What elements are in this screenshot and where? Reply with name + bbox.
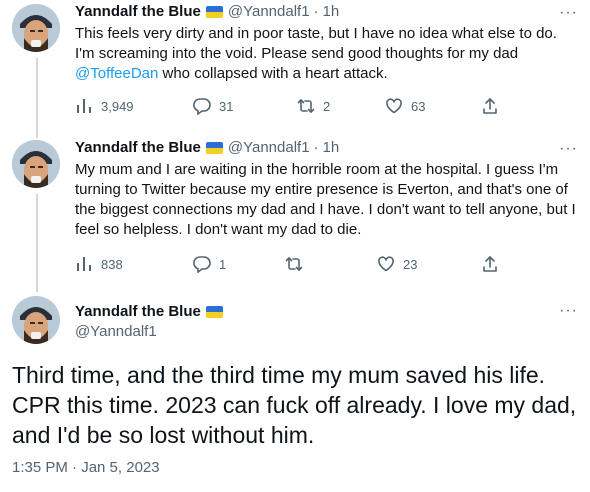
more-options-icon[interactable]: ···	[559, 4, 578, 22]
share-icon	[483, 98, 497, 114]
author-name[interactable]: Yanndalf the Blue	[75, 138, 201, 158]
retweet-icon	[297, 99, 315, 113]
separator-dot: ·	[313, 139, 319, 156]
like-button[interactable]: 63	[385, 97, 425, 115]
tweet[interactable]: Yanndalf the Blue @Yanndalf1 · 1h ··· Th…	[0, 0, 590, 130]
avatar-image	[12, 4, 60, 52]
avatar-image	[12, 140, 60, 188]
tweet[interactable]: Yanndalf the Blue @Yanndalf1 · 1h ··· My…	[0, 136, 590, 286]
avatar[interactable]	[12, 140, 60, 188]
reply-count: 31	[219, 98, 234, 114]
author-name-row: Yanndalf the Blue	[75, 302, 223, 322]
ukraine-flag-icon	[205, 6, 223, 18]
reply-icon	[193, 98, 211, 115]
heart-icon	[386, 98, 402, 114]
tweet-time[interactable]: 1h	[323, 2, 340, 22]
author-handle[interactable]: @Yanndalf1	[228, 2, 310, 22]
views-button[interactable]: 3,949	[75, 97, 134, 115]
reply-icon	[193, 256, 211, 273]
views-button[interactable]: 838	[75, 255, 123, 273]
views-count: 838	[101, 256, 123, 272]
author-name[interactable]: Yanndalf the Blue	[75, 2, 201, 22]
main-tweet-text: Third time, and the third time my mum sa…	[12, 362, 577, 448]
tweet-time[interactable]: 1h	[323, 138, 340, 158]
share-button[interactable]	[481, 97, 499, 115]
author-handle[interactable]: @Yanndalf1	[228, 138, 310, 158]
tweet-text: My mum and I are waiting in the horrible…	[75, 161, 576, 238]
share-button[interactable]	[481, 255, 499, 273]
mention-link[interactable]: @ToffeeDan	[75, 65, 158, 82]
ukraine-flag-icon	[205, 142, 223, 154]
heart-icon	[378, 256, 394, 272]
reply-count: 1	[219, 256, 227, 272]
tweet-text-part: who collapsed with a heart attack.	[158, 65, 388, 82]
avatar-image	[12, 296, 60, 344]
share-icon	[483, 256, 497, 272]
tweet-actions: 3,949 31 2 63	[75, 96, 497, 116]
like-count: 63	[411, 98, 426, 114]
tweet-text-part: This feels very dirty and in poor taste,…	[75, 25, 557, 62]
avatar[interactable]	[12, 4, 60, 52]
retweet-icon	[285, 257, 303, 271]
views-icon	[77, 257, 91, 271]
tweet-timestamp[interactable]: 1:35 PM · Jan 5, 2023	[12, 458, 160, 478]
ukraine-flag-icon	[205, 306, 223, 318]
like-button[interactable]: 23	[377, 255, 417, 273]
retweet-count: 2	[323, 98, 331, 114]
tweet-text: This feels very dirty and in poor taste,…	[75, 24, 580, 84]
more-options-icon[interactable]: ···	[559, 140, 578, 158]
tweet-actions: 838 1 23	[75, 254, 497, 274]
tweet-header: Yanndalf the Blue @Yanndalf1 · 1h	[75, 138, 339, 158]
reply-button[interactable]: 31	[193, 97, 233, 115]
separator-dot: ·	[313, 3, 319, 20]
author-handle[interactable]: @Yanndalf1	[75, 322, 157, 342]
views-count: 3,949	[101, 98, 134, 114]
author-name[interactable]: Yanndalf the Blue	[75, 302, 201, 322]
avatar[interactable]	[12, 296, 60, 344]
more-options-icon[interactable]: ···	[559, 302, 578, 320]
reply-button[interactable]: 1	[193, 255, 226, 273]
views-icon	[77, 99, 91, 113]
retweet-button[interactable]	[285, 255, 311, 273]
retweet-button[interactable]: 2	[297, 97, 330, 115]
like-count: 23	[403, 256, 418, 272]
tweet-header: Yanndalf the Blue @Yanndalf1 · 1h	[75, 2, 339, 22]
